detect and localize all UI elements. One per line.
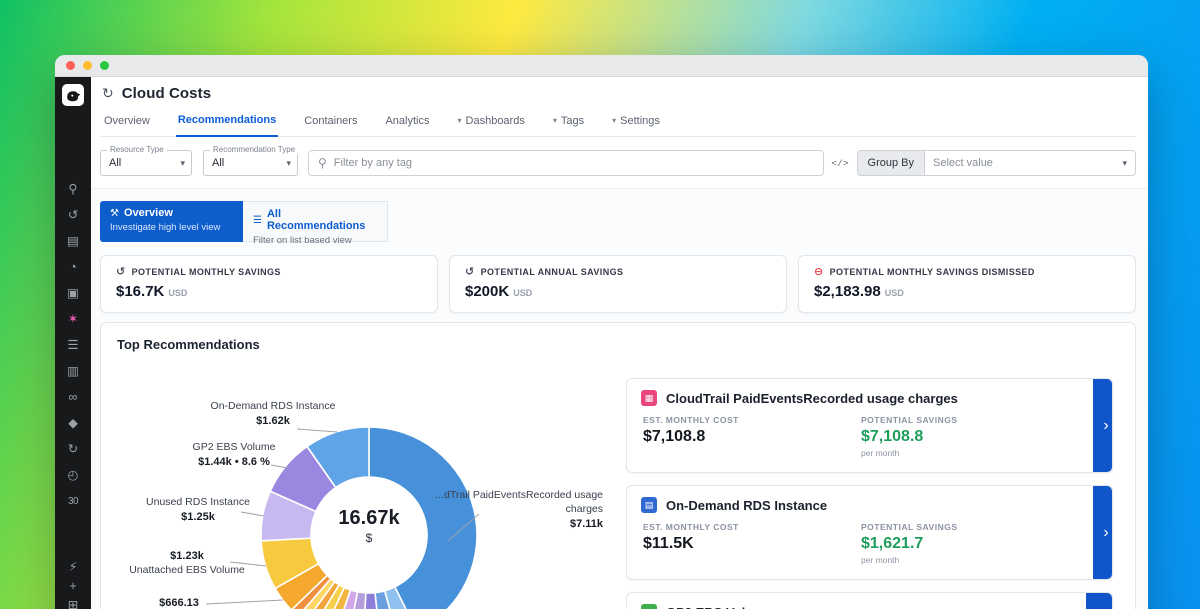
open-recommendation-button[interactable]: › <box>1086 593 1112 609</box>
chevron-right-icon: › <box>1103 524 1108 542</box>
chevron-down-icon: ▾ <box>180 158 185 169</box>
section-title: Top Recommendations <box>117 337 1119 352</box>
chevron-right-icon: › <box>1103 417 1108 435</box>
sidebar-icon-column: ⚲ ↺ ▤ ◔ ▣ ✶ ☰ ▥ ∞ ◆ ↻ ◴ 30 <box>65 182 81 509</box>
chart-callout: $1.23k Unattached EBS Volume <box>87 549 287 577</box>
chart-callout: Unused RDS Instance $1.25k <box>98 496 298 524</box>
open-recommendation-button[interactable]: › <box>1093 379 1113 472</box>
recommendation-type-select[interactable]: Recommendation Type All ▾ <box>203 150 298 176</box>
history-icon[interactable]: ↺ <box>65 208 81 223</box>
filter-row: Resource Type All ▾ Recommendation Type … <box>100 150 1136 176</box>
recommendation-type-label: Recommendation Type <box>210 145 298 154</box>
dog-mascot-icon <box>62 84 84 106</box>
group-by-control: Group By Select value ▾ <box>857 150 1136 176</box>
tab-tags[interactable]: ▾Tags <box>551 110 586 136</box>
stat-unit: USD <box>168 288 187 298</box>
tab-recommendations[interactable]: Recommendations <box>176 110 278 137</box>
app-logo[interactable] <box>62 84 84 106</box>
ebs-service-icon: ▣ <box>641 604 657 609</box>
security-icon[interactable]: ◆ <box>65 416 81 431</box>
cloud-costs-icon: ↻ <box>102 85 114 102</box>
dismissed-icon: ⊖ <box>814 265 824 278</box>
stat-value: $16.7K <box>116 283 164 300</box>
monitor-icon[interactable]: ◴ <box>65 468 81 483</box>
stat-value: $2,183.98 <box>814 283 881 300</box>
resource-type-select[interactable]: Resource Type All ▾ <box>100 150 192 176</box>
recommendation-card-rds[interactable]: ▤ On-Demand RDS Instance EST. MONTHLY CO… <box>626 485 1113 580</box>
resources-icon[interactable]: ▣ <box>65 286 81 301</box>
stat-unit: USD <box>885 288 904 298</box>
zoom-window-button[interactable] <box>100 61 109 70</box>
chart-callout: GP2 EBS Volume $1.44k • 8.6 % <box>134 441 334 469</box>
add-icon[interactable]: + <box>65 579 81 593</box>
apps-grid-icon[interactable]: ⊞ <box>65 598 81 609</box>
chevron-down-icon: ▾ <box>286 158 291 169</box>
stat-card-savings-dismissed: ⊖POTENTIAL MONTHLY SAVINGS DISMISSED $2,… <box>798 255 1136 313</box>
list-icon: ☰ <box>253 215 262 226</box>
tab-settings[interactable]: ▾Settings <box>610 110 662 136</box>
recommendations-icon[interactable]: ✶ <box>65 312 81 327</box>
app-sidebar: ⚲ ↺ ▤ ◔ ▣ ✶ ☰ ▥ ∞ ◆ ↻ ◴ 30 ⚡ + ⊞ <box>55 77 91 609</box>
tab-analytics[interactable]: Analytics <box>383 110 431 136</box>
page-title: Cloud Costs <box>122 85 211 102</box>
chevron-down-icon: ▾ <box>458 116 462 125</box>
recommendations-donut-chart: 16.67k $ On-Demand RDS Instance $1.62k G… <box>111 378 631 609</box>
savings-icon: ↺ <box>116 265 126 278</box>
integrations-icon[interactable]: ∞ <box>65 390 81 405</box>
page-header: ↻ Cloud Costs <box>100 77 1136 110</box>
view-toggle: ⚒Overview Investigate high level view ☰A… <box>100 201 1136 242</box>
sidebar-bottom-icons: ⚡ + ⊞ <box>55 560 91 609</box>
close-window-button[interactable] <box>66 61 75 70</box>
plugin-icon[interactable]: ⚡ <box>65 560 81 574</box>
main-content: ↻ Cloud Costs Overview Recommendations C… <box>91 77 1148 609</box>
all-recommendations-view-tab[interactable]: ☰All Recommendations Filter on list base… <box>243 201 388 242</box>
tab-dashboards[interactable]: ▾Dashboards <box>456 110 527 136</box>
gauge-icon[interactable]: ◔ <box>65 260 81 275</box>
recommendation-card-cloudtrail[interactable]: ▦ CloudTrail PaidEventsRecorded usage ch… <box>626 378 1113 473</box>
tab-bar: Overview Recommendations Containers Anal… <box>100 110 1136 137</box>
chart-callout: $666.13 <box>139 596 219 609</box>
chevron-down-icon: ▾ <box>612 116 616 125</box>
stat-card-monthly-savings: ↺POTENTIAL MONTHLY SAVINGS $16.7KUSD <box>100 255 438 313</box>
recommendation-card-ebs[interactable]: ▣ GP2 EBS Volume › <box>626 592 1113 609</box>
chart-callout: On-Demand RDS Instance $1.62k <box>173 400 373 428</box>
chevron-down-icon: ▾ <box>553 116 557 125</box>
views-icon[interactable]: ▥ <box>65 364 81 379</box>
chart-callout: ...dTrail PaidEventsRecorded usage charg… <box>403 489 603 531</box>
group-by-label[interactable]: Group By <box>857 150 925 176</box>
recommendation-cards: ▦ CloudTrail PaidEventsRecorded usage ch… <box>626 378 1113 609</box>
page-body: ⚒Overview Investigate high level view ☰A… <box>91 188 1148 609</box>
query-syntax-button[interactable]: </> <box>831 158 848 169</box>
group-by-select[interactable]: Select value ▾ <box>924 150 1136 176</box>
tab-containers[interactable]: Containers <box>302 110 359 136</box>
search-icon[interactable]: ⚲ <box>65 182 81 197</box>
minimize-window-button[interactable] <box>83 61 92 70</box>
app-window: ⚲ ↺ ▤ ◔ ▣ ✶ ☰ ▥ ∞ ◆ ↻ ◴ 30 ⚡ + ⊞ <box>55 55 1148 609</box>
overview-tab-icon: ⚒ <box>110 208 119 219</box>
overview-view-tab[interactable]: ⚒Overview Investigate high level view <box>100 201 243 242</box>
open-recommendation-button[interactable]: › <box>1093 486 1113 579</box>
savings-icon: ↺ <box>465 265 475 278</box>
resource-type-label: Resource Type <box>107 145 167 154</box>
stats-row: ↺POTENTIAL MONTHLY SAVINGS $16.7KUSD ↺PO… <box>100 255 1136 313</box>
stat-card-annual-savings: ↺POTENTIAL ANNUAL SAVINGS $200KUSD <box>449 255 787 313</box>
callout-leader-line <box>297 429 337 432</box>
stat-value: $200K <box>465 283 509 300</box>
window-titlebar <box>55 55 1148 77</box>
stat-unit: USD <box>513 288 532 298</box>
chevron-down-icon: ▾ <box>1122 158 1127 169</box>
analytics-icon[interactable]: ▤ <box>65 234 81 249</box>
tag-filter-input[interactable] <box>334 157 815 169</box>
refresh-icon[interactable]: ↻ <box>65 442 81 457</box>
search-icon: ⚲ <box>318 156 327 170</box>
tag-filter-searchbox[interactable]: ⚲ <box>308 150 824 176</box>
days-30-icon[interactable]: 30 <box>65 494 81 509</box>
cloudtrail-service-icon: ▦ <box>641 390 657 406</box>
top-recommendations-panel: Top Recommendations 16.67k <box>100 322 1136 609</box>
tab-overview[interactable]: Overview <box>102 110 152 136</box>
rds-service-icon: ▤ <box>641 497 657 513</box>
filter-list-icon[interactable]: ☰ <box>65 338 81 353</box>
